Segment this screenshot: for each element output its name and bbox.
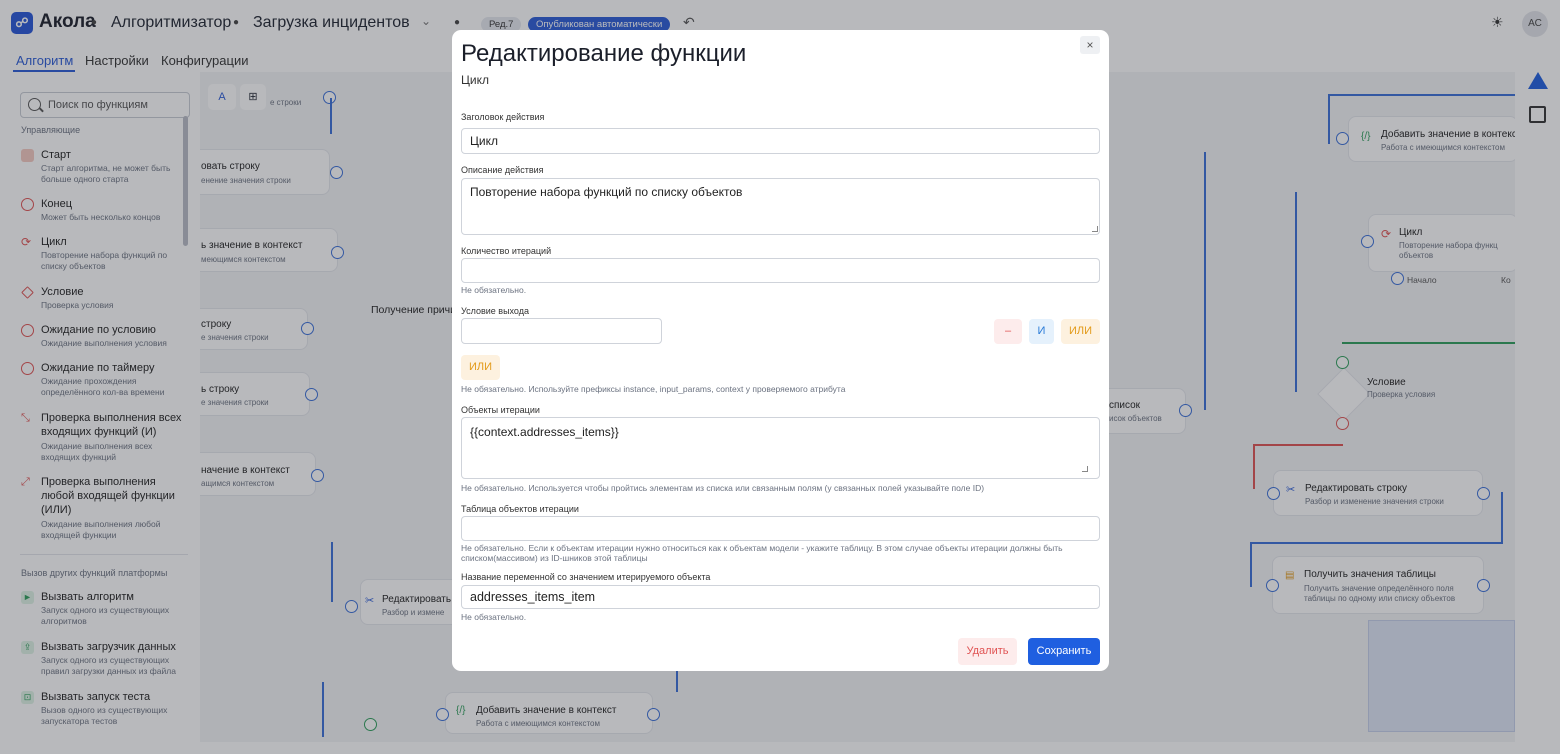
item-var-input[interactable]: addresses_items_item <box>461 585 1100 609</box>
item-var-hint: Не обязательно. <box>461 612 527 622</box>
action-desc-label: Описание действия <box>461 165 544 175</box>
action-desc-textarea[interactable]: Повторение набора функций по списку объе… <box>461 178 1100 235</box>
exit-condition-label: Условие выхода <box>461 306 530 316</box>
save-button[interactable]: Сохранить <box>1028 638 1100 665</box>
iteration-table-hint: Не обязательно. Если к объектам итерации… <box>461 543 1063 563</box>
resize-handle-icon[interactable] <box>1092 226 1098 232</box>
iterations-input[interactable] <box>461 258 1100 283</box>
iteration-objects-hint: Не обязательно. Используется чтобы пройт… <box>461 483 985 493</box>
or-condition-block[interactable]: ИЛИ <box>461 355 500 380</box>
exit-condition-hint: Не обязательно. Используйте префиксы ins… <box>461 384 846 394</box>
iteration-table-label: Таблица объектов итерации <box>461 504 579 514</box>
modal-subtitle: Цикл <box>461 73 489 87</box>
iteration-objects-textarea[interactable]: {{context.addresses_items}} <box>461 417 1100 479</box>
iterations-hint: Не обязательно. <box>461 285 527 295</box>
close-icon[interactable]: × <box>1080 36 1100 54</box>
or-condition-button[interactable]: ИЛИ <box>1061 319 1100 344</box>
item-var-label: Название переменной со значением итериру… <box>461 572 711 582</box>
edit-function-modal: Редактирование функции Цикл × Заголовок … <box>452 30 1109 671</box>
action-title-label: Заголовок действия <box>461 112 545 122</box>
iterations-label: Количество итераций <box>461 246 552 256</box>
resize-handle-icon[interactable] <box>1082 466 1088 472</box>
iteration-table-input[interactable] <box>461 516 1100 541</box>
action-title-input[interactable]: Цикл <box>461 128 1100 154</box>
delete-button[interactable]: Удалить <box>958 638 1017 665</box>
modal-title: Редактирование функции <box>461 40 747 67</box>
iteration-objects-label: Объекты итерации <box>461 405 540 415</box>
remove-condition-button[interactable]: – <box>994 319 1022 344</box>
exit-condition-input[interactable] <box>461 318 662 344</box>
and-condition-button[interactable]: И <box>1029 319 1054 344</box>
